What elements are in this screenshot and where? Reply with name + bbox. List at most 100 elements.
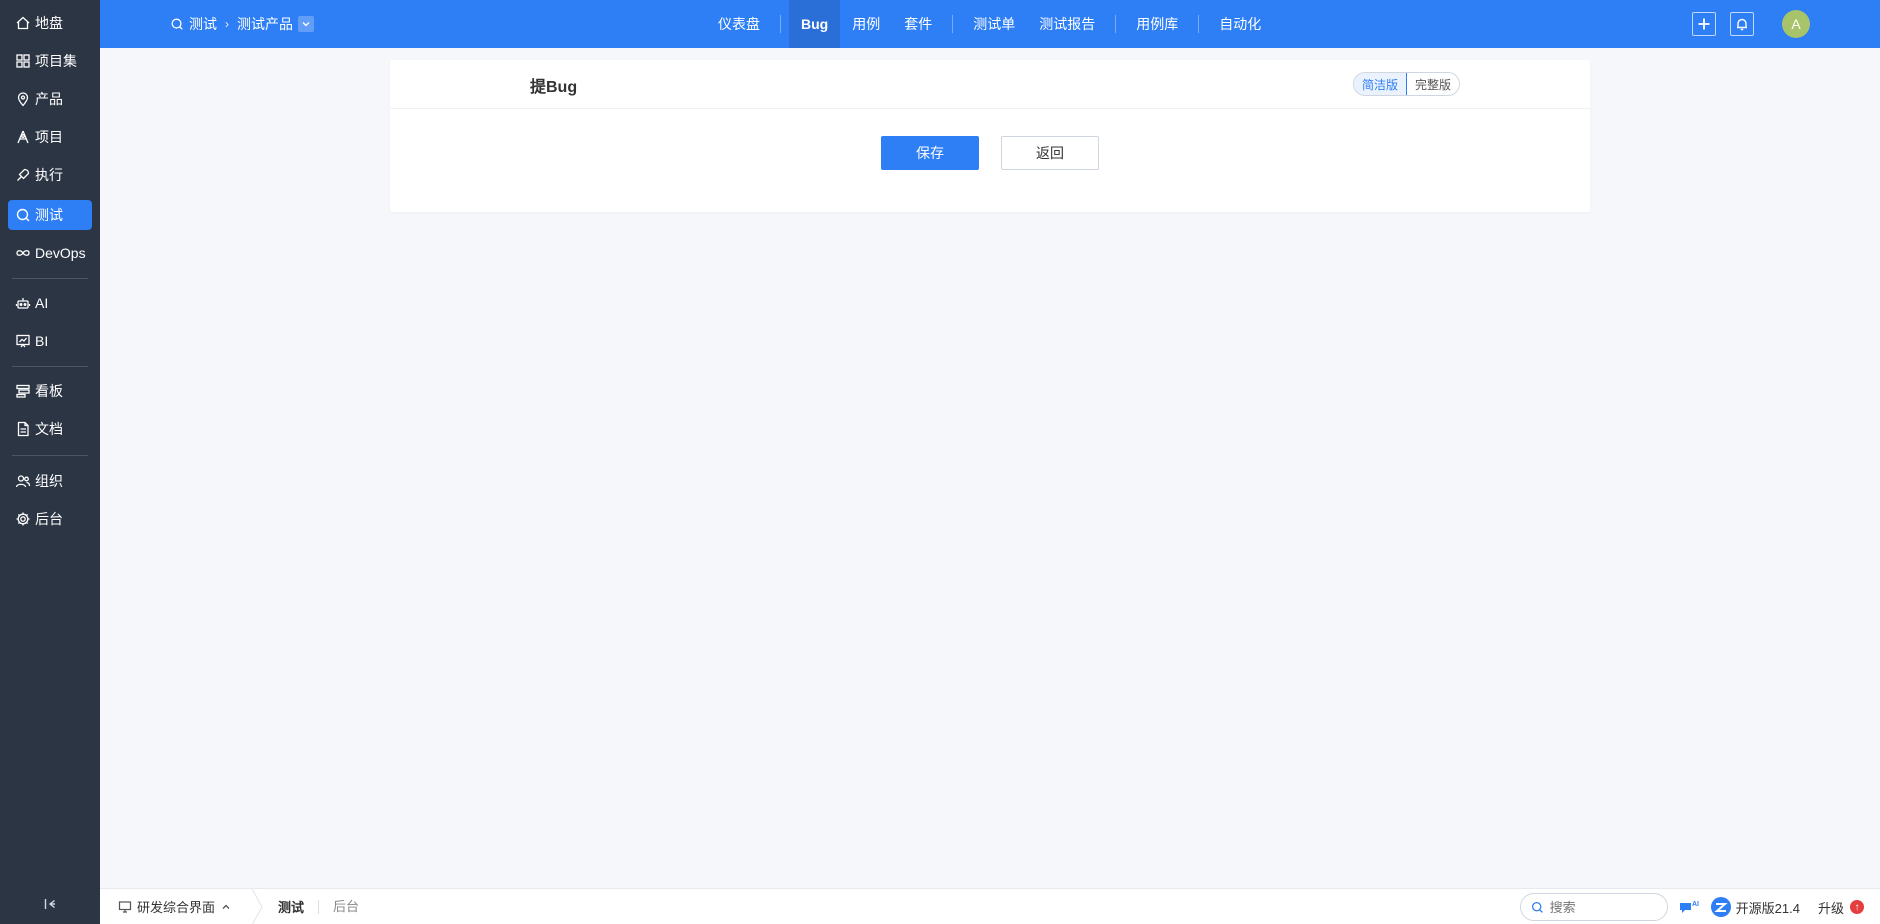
form-mode-switch: 简洁版 完整版 [1352,72,1460,96]
sidebar-item-program[interactable]: 项目集 [8,46,92,76]
collapse-sidebar-button[interactable] [0,892,100,916]
create-button[interactable] [1692,12,1716,36]
footer-crumb-test[interactable]: 测试 [264,897,318,916]
chevron-up-icon [222,904,230,909]
global-search [1519,893,1668,921]
ai-chat-icon: AI [1679,901,1699,913]
sidebar-item-label: BI [35,333,49,349]
nav-divider [952,15,954,33]
save-button[interactable]: 保存 [881,136,979,170]
nav-case[interactable]: 用例 [840,0,892,48]
monitor-icon [118,900,132,913]
nav-testtask[interactable]: 测试单 [961,0,1027,48]
kanban-icon [16,384,30,398]
sidebar-item-label: 组织 [35,473,63,489]
create-bug-panel: 提Bug 简洁版 完整版 保存 返回 [390,60,1590,212]
project-icon [17,130,29,144]
bell-icon [1737,18,1747,31]
upgrade-badge-icon: ↑ [1850,900,1864,914]
avatar[interactable]: A [1782,10,1810,38]
nav-divider [1198,15,1200,33]
sidebar-item-label: DevOps [35,245,86,261]
search-icon [16,208,30,222]
nav-automation[interactable]: 自动化 [1207,0,1273,48]
breadcrumb: 测试 › 测试产品 [170,0,314,48]
plus-icon [1698,18,1710,30]
upgrade-label: 升级 [1817,900,1844,916]
chevron-down-icon [298,16,314,32]
nav-suite[interactable]: 套件 [892,0,944,48]
footer-bar: 研发综合界面 测试 后台 AI 开源版21.4 升级 ↑ [100,888,1880,924]
sidebar-item-execution[interactable]: 执行 [8,160,92,190]
sidebar-item-label: 看板 [35,383,63,399]
sidebar-divider [12,278,88,279]
sidebar-item-label: 文档 [35,421,63,437]
gear-icon [16,512,30,526]
page-title: 提Bug [530,79,578,96]
module-nav: 仪表盘 Bug 用例 套件 测试单 测试报告 用例库 自动化 [706,0,1273,48]
sidebar-item-label: 项目集 [35,53,77,69]
upgrade-button[interactable]: 升级 ↑ [1818,898,1864,917]
sidebar-item-label: AI [35,295,49,311]
sidebar: 地盘 项目集 产品 项目 执行 测试 DevOps AI BI 看板 文档 组织… [0,0,100,924]
version-label: 开源版21.4 [1735,900,1800,916]
header-actions: A [1692,0,1810,48]
sidebar-divider [12,366,88,367]
nav-dashboard[interactable]: 仪表盘 [706,0,772,48]
search-input[interactable] [1549,899,1650,915]
sidebar-item-docs[interactable]: 文档 [8,414,92,444]
mode-simple-button[interactable]: 简洁版 [1353,73,1407,95]
footer-right: AI 开源版21.4 升级 ↑ [1519,889,1864,924]
footer-crumb-admin[interactable]: 后台 [318,899,373,914]
panel-header: 提Bug 简洁版 完整版 [390,60,1590,109]
sidebar-item-ai[interactable]: AI [8,288,92,318]
sidebar-item-kanban[interactable]: 看板 [8,376,92,406]
ai-chat-button[interactable]: AI [1678,898,1700,916]
sidebar-item-dashboard[interactable]: 地盘 [8,8,92,38]
svg-text:AI: AI [1692,901,1699,908]
sidebar-item-devops[interactable]: DevOps [8,238,92,268]
sidebar-item-label: 后台 [35,511,63,527]
map-pin-icon [17,92,29,107]
infinity-icon [16,250,30,256]
chart-board-icon [16,334,30,348]
sidebar-item-project[interactable]: 项目 [8,122,92,152]
sidebar-item-test[interactable]: 测试 [8,200,92,230]
document-icon [17,421,29,437]
sidebar-item-label: 地盘 [35,15,63,31]
sidebar-divider [12,455,88,456]
sidebar-item-organization[interactable]: 组织 [8,466,92,496]
sidebar-item-label: 产品 [35,91,63,107]
nav-bug[interactable]: Bug [789,0,841,48]
back-button[interactable]: 返回 [1001,136,1099,170]
chevron-right-icon: › [225,17,229,31]
grid-icon [16,54,30,68]
breadcrumb-module[interactable]: 测试 [170,14,217,34]
sidebar-item-label: 测试 [35,207,63,223]
interface-switcher[interactable]: 研发综合界面 [100,897,250,916]
sidebar-item-bi[interactable]: BI [8,326,92,356]
rocket-icon [17,168,30,181]
zentao-logo-icon [1710,897,1731,917]
interface-switcher-label: 研发综合界面 [137,900,216,915]
sidebar-item-admin[interactable]: 后台 [8,504,92,534]
users-icon [15,475,31,488]
top-header: 测试 › 测试产品 仪表盘 Bug 用例 套件 测试单 测试报告 用例库 自动化… [100,0,1880,48]
sidebar-item-label: 执行 [35,167,63,183]
notifications-button[interactable] [1730,12,1754,36]
form-actions: 保存 返回 [390,136,1590,170]
nav-testreport[interactable]: 测试报告 [1027,0,1107,48]
sidebar-item-label: 项目 [35,129,63,145]
product-switcher[interactable]: 测试产品 [237,14,314,34]
breadcrumb-product-label: 测试产品 [237,16,293,32]
sidebar-item-product[interactable]: 产品 [8,84,92,114]
mode-full-button[interactable]: 完整版 [1407,73,1459,95]
home-icon [16,16,30,30]
nav-divider [780,15,781,33]
collapse-left-icon [44,899,55,909]
breadcrumb-module-label: 测试 [189,16,217,32]
robot-icon [15,298,31,309]
nav-caselib[interactable]: 用例库 [1124,0,1190,48]
version-info[interactable]: 开源版21.4 [1710,896,1800,918]
search-icon [1531,901,1543,913]
